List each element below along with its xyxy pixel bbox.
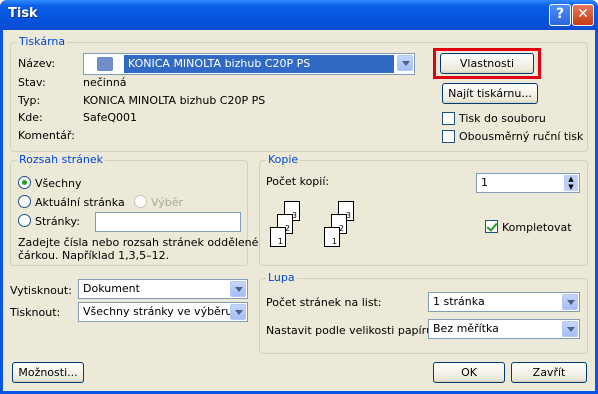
options-button[interactable]: Možnosti... xyxy=(12,362,84,383)
type-label: Typ: xyxy=(18,94,41,107)
copies-count-input[interactable]: 1 ▲ ▼ xyxy=(476,173,580,193)
find-printer-button[interactable]: Najít tiskárnu... xyxy=(442,83,538,104)
close-button[interactable]: Zavřít xyxy=(511,362,587,383)
collate-label: Kompletovat xyxy=(502,221,572,234)
chevron-down-icon[interactable] xyxy=(562,294,578,310)
page-1-icon: 1 xyxy=(324,227,340,247)
printer-name-value: KONICA MINOLTA bizhub C20P PS xyxy=(128,57,311,70)
printer-name-label: Název: xyxy=(18,57,56,70)
chevron-down-icon[interactable] xyxy=(230,281,246,297)
pages-input[interactable] xyxy=(95,212,241,232)
print-what-select[interactable]: Dokument xyxy=(78,279,248,299)
dialog-body: Tiskárna Název: KONICA MINOLTA bizhub C2… xyxy=(3,30,595,391)
copies-count-value: 1 xyxy=(481,176,488,189)
printer-group-label: Tiskárna xyxy=(17,35,68,48)
manual-duplex-checkbox[interactable] xyxy=(442,130,455,143)
chevron-down-icon[interactable] xyxy=(230,304,246,320)
zoom-group-label: Lupa xyxy=(266,271,297,284)
chevron-down-icon[interactable] xyxy=(562,321,578,337)
range-selection-label: Výběr xyxy=(151,196,184,209)
help-button[interactable]: ? xyxy=(549,4,571,26)
range-selection-radio[interactable] xyxy=(134,195,147,208)
print-label: Tisknout: xyxy=(10,306,61,319)
range-all-label: Všechny xyxy=(35,177,82,190)
print-what-label: Vytisknout: xyxy=(10,284,72,297)
scale-label: Nastavit podle velikosti papíru: xyxy=(266,324,437,337)
print-select[interactable]: Všechny stránky ve výběru xyxy=(78,302,248,322)
range-all-radio[interactable] xyxy=(18,176,31,189)
printer-name-select[interactable]: KONICA MINOLTA bizhub C20P PS xyxy=(83,53,415,75)
print-value: Všechny stránky ve výběru xyxy=(83,305,233,318)
copies-group-label: Kopie xyxy=(266,153,301,166)
ok-button[interactable]: OK xyxy=(433,362,505,383)
range-pages-radio[interactable] xyxy=(18,214,31,227)
printer-icon xyxy=(97,57,113,71)
status-label: Stav: xyxy=(18,76,46,89)
scale-value: Bez měřítka xyxy=(433,322,499,335)
spin-up-icon[interactable]: ▲ xyxy=(564,175,578,183)
page-1-icon: 1 xyxy=(270,227,286,247)
range-current-radio[interactable] xyxy=(18,195,31,208)
comment-label: Komentář: xyxy=(18,129,75,142)
properties-highlight xyxy=(433,48,541,79)
range-pages-label: Stránky: xyxy=(35,215,80,228)
print-to-file-checkbox[interactable] xyxy=(442,112,455,125)
type-value: KONICA MINOLTA bizhub C20P PS xyxy=(83,94,266,107)
pages-per-sheet-select[interactable]: 1 stránka xyxy=(428,292,580,312)
where-label: Kde: xyxy=(18,111,43,124)
print-what-value: Dokument xyxy=(83,282,140,295)
status-value: nečinná xyxy=(83,76,127,89)
copies-count-label: Počet kopií: xyxy=(266,175,330,188)
page-range-label: Rozsah stránek xyxy=(17,153,106,166)
pages-per-sheet-label: Počet stránek na list: xyxy=(266,296,382,309)
collate-checkbox[interactable] xyxy=(485,220,498,233)
chevron-down-icon[interactable] xyxy=(397,55,413,71)
scale-select[interactable]: Bez měřítka xyxy=(428,319,580,339)
range-hint-line2: čárkou. Například 1,3,5–12. xyxy=(18,249,170,262)
zoom-group: Lupa xyxy=(259,271,588,354)
spin-down-icon[interactable]: ▼ xyxy=(564,183,578,191)
print-to-file-label: Tisk do souboru xyxy=(459,112,546,125)
range-hint-line1: Zadejte čísla nebo rozsah stránek odděle… xyxy=(18,236,259,249)
manual-duplex-label: Obousměrný ruční tisk xyxy=(459,130,584,143)
title-bar: Tisk ? ✕ xyxy=(0,0,598,30)
where-value: SafeQ001 xyxy=(83,111,138,124)
pages-per-sheet-value: 1 stránka xyxy=(433,295,485,308)
print-dialog: Tisk ? ✕ Tiskárna Název: KONICA MINOLTA … xyxy=(0,0,598,394)
window-title: Tisk xyxy=(8,6,38,21)
range-current-label: Aktuální stránka xyxy=(35,196,125,209)
close-window-button[interactable]: ✕ xyxy=(572,4,594,26)
